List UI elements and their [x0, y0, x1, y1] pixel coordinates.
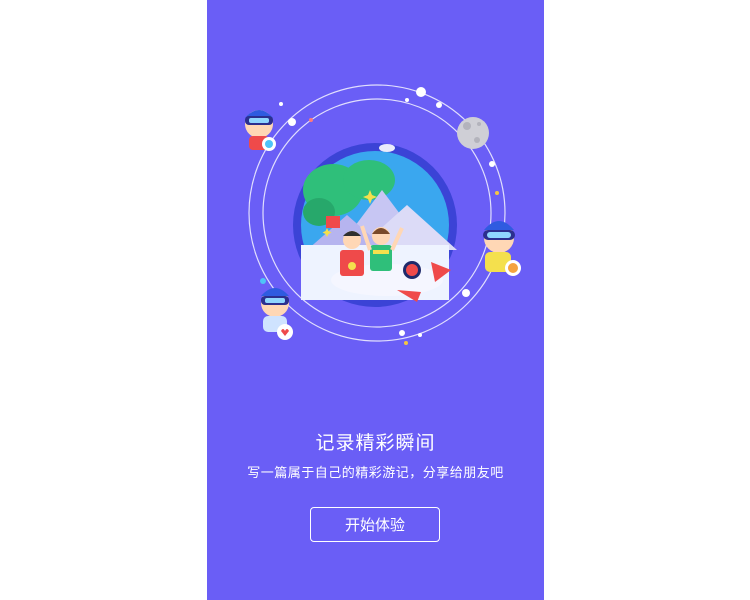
onboarding-subtitle: 写一篇属于自己的精彩游记，分享给朋友吧	[247, 466, 504, 481]
start-experience-button[interactable]: 开始体验	[310, 507, 440, 542]
onboarding-title: 记录精彩瞬间	[315, 432, 436, 454]
moon-icon	[457, 117, 489, 149]
avatar-like-icon	[483, 221, 521, 276]
avatar-heart-icon	[261, 288, 293, 340]
onboarding-screen: 记录精彩瞬间 写一篇属于自己的精彩游记，分享给朋友吧 开始体验	[207, 0, 544, 600]
travel-illustration	[245, 84, 521, 345]
avatar-chat-icon	[245, 110, 276, 151]
